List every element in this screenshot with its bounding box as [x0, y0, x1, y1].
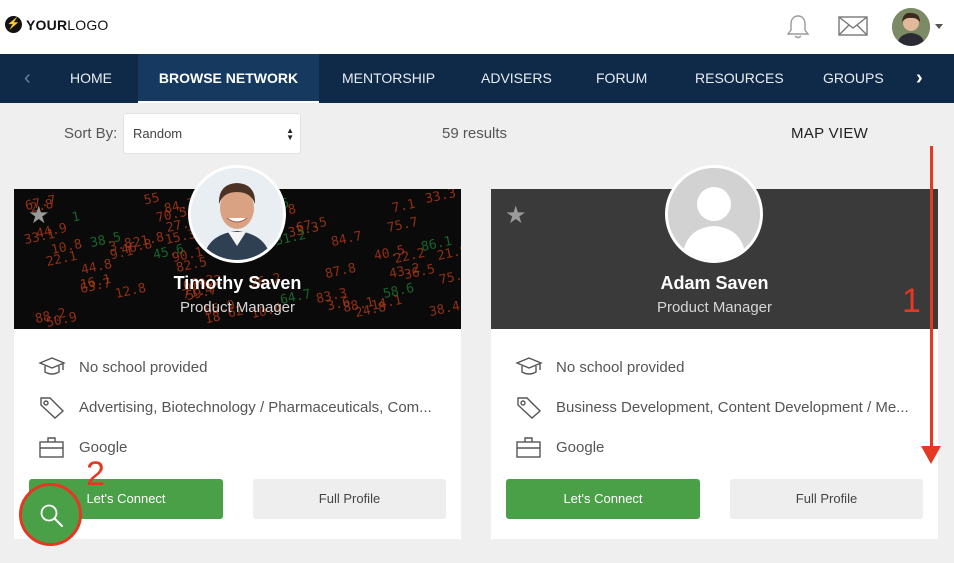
sort-select-value: Random [133, 126, 183, 141]
logo[interactable]: ⚡ YOURLOGO [5, 16, 109, 33]
nav-next-arrow-icon[interactable]: › [916, 54, 923, 103]
search-icon [40, 504, 63, 527]
lets-connect-button[interactable]: Let's Connect [506, 479, 700, 519]
school-row: No school provided [38, 355, 438, 379]
nav-prev-arrow-icon[interactable]: ‹ [24, 54, 31, 103]
bell-icon[interactable] [786, 13, 810, 39]
annotation-scroll-arrow [930, 146, 933, 451]
sort-label: Sort By: [64, 125, 118, 142]
updown-icon: ▲ ▼ [286, 126, 294, 142]
profile-card: ★ Adam Saven Product Manager No school p… [491, 165, 938, 539]
annotation-step-2: 2 [86, 455, 105, 493]
industries-row: Business Development, Content Developmen… [515, 395, 915, 419]
annotation-step-1: 1 [902, 282, 921, 320]
full-profile-button[interactable]: Full Profile [253, 479, 446, 519]
nav-forum[interactable]: FORUM [596, 54, 647, 103]
tags-icon [517, 397, 542, 419]
sort-select[interactable]: Random ▲ ▼ [123, 113, 301, 154]
industries-text: Advertising, Biotechnology / Pharmaceuti… [79, 398, 432, 416]
logo-text: YOURLOGO [26, 16, 109, 33]
banner-decoration: 33.3 [423, 189, 458, 208]
nav-resources[interactable]: RESOURCES [695, 54, 784, 103]
industries-text: Business Development, Content Developmen… [556, 398, 909, 416]
star-icon[interactable]: ★ [505, 201, 527, 230]
card-name[interactable]: Adam Saven [491, 273, 938, 294]
nav-home[interactable]: HOME [70, 54, 112, 103]
company-row: Google [515, 435, 915, 459]
banner-decoration: 55 [142, 190, 162, 209]
profile-card: 22.98071.322.144.888.21826.221.970.584.3… [14, 165, 461, 539]
school-text: No school provided [79, 358, 208, 376]
nav-browse-network[interactable]: BROWSE NETWORK [138, 54, 319, 103]
nav-advisers[interactable]: ADVISERS [481, 54, 552, 103]
briefcase-icon [516, 437, 541, 458]
top-header: ⚡ YOURLOGO [0, 0, 954, 54]
graduation-cap-icon [515, 357, 543, 375]
caret-down-icon[interactable] [935, 24, 943, 29]
briefcase-icon [39, 437, 64, 458]
industries-row: Advertising, Biotechnology / Pharmaceuti… [38, 395, 438, 419]
card-name[interactable]: Timothy Saven [14, 273, 461, 294]
search-fab-button[interactable] [19, 483, 82, 546]
card-job-title: Product Manager [179, 299, 296, 316]
nav-mentorship[interactable]: MENTORSHIP [342, 54, 435, 103]
annotation-arrowhead [921, 446, 941, 464]
company-text: Google [556, 438, 605, 456]
school-text: No school provided [556, 358, 685, 376]
banner-decoration: 7.1 [390, 196, 417, 217]
mail-icon[interactable] [838, 16, 868, 36]
profile-photo[interactable] [188, 165, 286, 263]
banner-decoration: 1 [70, 209, 82, 226]
nav-groups[interactable]: GROUPS [823, 54, 884, 103]
company-text: Google [79, 438, 128, 456]
full-profile-button[interactable]: Full Profile [730, 479, 923, 519]
card-job-title: Product Manager [656, 299, 773, 316]
graduation-cap-icon [38, 357, 66, 375]
banner-decoration: 75.7 [385, 214, 420, 237]
logo-bolt-icon: ⚡ [5, 16, 22, 33]
star-icon[interactable]: ★ [28, 201, 50, 230]
main-nav: ‹ HOME BROWSE NETWORK MENTORSHIP ADVISER… [0, 54, 954, 103]
results-count: 59 results [442, 125, 508, 142]
school-row: No school provided [515, 355, 915, 379]
tags-icon [40, 397, 65, 419]
avatar[interactable] [892, 8, 930, 46]
banner-decoration: 84.7 [329, 228, 364, 251]
map-view-link[interactable]: MAP VIEW [791, 125, 868, 142]
profile-photo-placeholder[interactable] [665, 165, 763, 263]
